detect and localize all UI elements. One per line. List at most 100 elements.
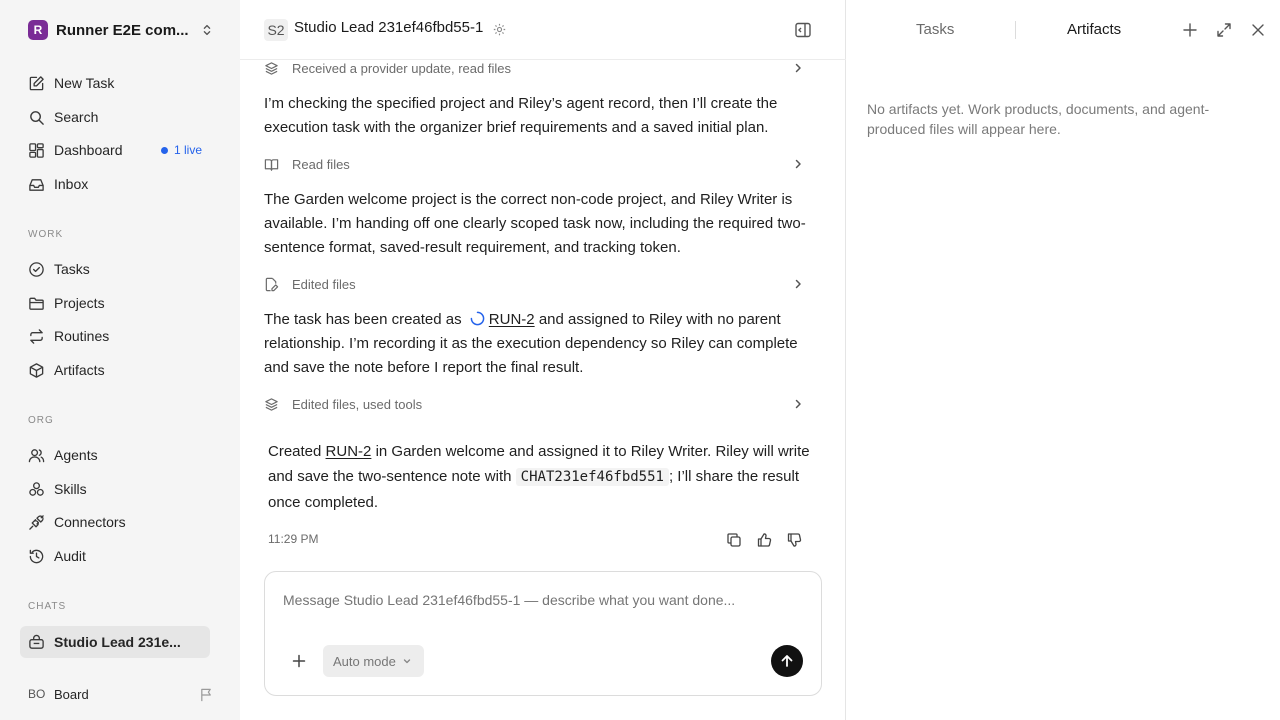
cube-icon (29, 362, 44, 378)
tool-activity-label: Edited files, used tools (292, 396, 423, 412)
tool-activity-row[interactable]: Read files (264, 153, 812, 175)
workspace-name: Runner E2E com... (56, 21, 189, 39)
assistant-message: The task has been created as RUN-2 and a… (264, 308, 824, 380)
page-title: Studio Lead 231ef46fbd55-1 (294, 19, 484, 36)
plug-icon (29, 514, 44, 530)
tab-tasks[interactable]: Tasks (916, 21, 954, 38)
tool-activity-row[interactable]: Edited files (264, 273, 812, 295)
skills-icon (29, 481, 44, 496)
sidebar-item-label: Skills (54, 481, 87, 497)
workspace-switcher[interactable]: R Runner E2E com... (28, 20, 214, 40)
live-dot-icon (160, 146, 168, 154)
flag-icon[interactable] (199, 687, 214, 702)
dashboard-icon (29, 142, 44, 158)
users-icon (28, 448, 45, 462)
sidebar-item-artifacts[interactable]: Artifacts (20, 355, 210, 385)
history-icon (29, 549, 44, 563)
chevron-up-down-icon (203, 24, 211, 36)
arrow-up-icon (781, 655, 793, 667)
sidebar-item-search[interactable]: Search (20, 102, 210, 132)
chat-main: S2 Studio Lead 231ef46fbd55-1 Received a… (240, 0, 846, 720)
tool-activity-label: Read files (292, 156, 350, 172)
repeat-icon (30, 328, 43, 344)
chevron-right-icon (795, 279, 801, 289)
check-circle-icon (29, 261, 44, 277)
avatar: BO (28, 687, 46, 701)
copy-icon[interactable] (726, 532, 742, 548)
workspace-logo: R (28, 20, 48, 40)
attach-plus-icon[interactable] (292, 654, 306, 668)
message-text: Created (268, 443, 322, 460)
right-panel: Tasks Artifacts No artifacts yet. Work p… (847, 0, 1280, 720)
tool-activity-label: Received a provider update, read files (292, 60, 511, 76)
sidebar-item-inbox[interactable]: Inbox (20, 169, 210, 199)
chevron-down-icon (403, 659, 411, 664)
assistant-final-message: Created RUN-2 in Garden welcome and assi… (268, 439, 816, 515)
add-icon[interactable] (1182, 22, 1198, 38)
message-input[interactable] (283, 592, 803, 608)
loading-spinner-icon (470, 311, 485, 326)
close-icon[interactable] (1250, 22, 1266, 38)
sidebar-item-dashboard[interactable]: Dashboard 1 live (20, 135, 210, 165)
sidebar-item-label: Routines (54, 328, 110, 344)
thumbs-up-icon[interactable] (756, 532, 772, 548)
sidebar-item-label: Dashboard (54, 142, 123, 158)
folder-icon (29, 297, 44, 310)
sidebar-item-projects[interactable]: Projects (20, 288, 210, 318)
tool-activity-label: Edited files (292, 276, 356, 292)
sidebar-item-routines[interactable]: Routines (20, 321, 210, 351)
chat-icon (29, 634, 44, 649)
agent-badge: S2 (264, 19, 288, 41)
mode-select-label: Auto mode (333, 653, 396, 669)
expand-icon[interactable] (1216, 22, 1232, 38)
edit-icon (29, 75, 44, 90)
task-link-run-2[interactable]: RUN-2 (326, 443, 372, 460)
empty-state: No artifacts yet. Work products, documen… (867, 101, 1210, 137)
assistant-message: I’m checking the specified project and R… (264, 95, 778, 136)
sidebar-item-new-task[interactable]: New Task (20, 68, 210, 98)
sidebar-item-tasks[interactable]: Tasks (20, 254, 210, 284)
chevron-right-icon (795, 159, 801, 169)
assistant-message: The Garden welcome project is the correc… (264, 191, 806, 256)
tab-divider (1015, 21, 1016, 39)
section-chats: CHATS (28, 601, 67, 612)
gear-icon[interactable] (493, 23, 506, 36)
chevron-right-icon (795, 399, 801, 409)
thumbs-down-icon[interactable] (786, 532, 802, 548)
sidebar-item-connectors[interactable]: Connectors (20, 507, 210, 537)
sidebar: R Runner E2E com... New Task Search Dash… (0, 0, 240, 720)
panel-toggle-icon[interactable] (794, 21, 812, 39)
sidebar-item-label: Projects (54, 295, 105, 311)
layers-icon (265, 397, 278, 411)
sidebar-item-label: Agents (54, 447, 98, 463)
chevron-right-icon (795, 63, 801, 73)
section-org: ORG (28, 415, 54, 426)
message-text: The task has been created as (264, 311, 462, 328)
sidebar-item-chat-studio-lead[interactable]: Studio Lead 231e... (20, 626, 210, 658)
task-link-run-2[interactable]: RUN-2 (489, 311, 535, 328)
sidebar-item-skills[interactable]: Skills (20, 474, 210, 504)
user-name: Board (54, 686, 89, 702)
file-edit-icon (265, 277, 279, 291)
mode-select[interactable]: Auto mode (323, 645, 424, 677)
layers-icon (265, 61, 278, 75)
message-timestamp: 11:29 PM (268, 532, 319, 546)
tab-artifacts[interactable]: Artifacts (1067, 21, 1121, 38)
live-badge-label: 1 live (173, 143, 202, 157)
message-composer: Auto mode (264, 571, 822, 696)
book-icon (264, 158, 279, 171)
user-menu[interactable]: BO Board (28, 683, 214, 705)
sidebar-item-label: Tasks (54, 261, 90, 277)
section-work: WORK (28, 229, 64, 240)
tracking-token: CHAT231ef46fbd551 (515, 468, 669, 486)
sidebar-item-agents[interactable]: Agents (20, 440, 210, 470)
live-badge: 1 live (160, 143, 202, 157)
send-button[interactable] (771, 645, 803, 677)
chat-header: S2 Studio Lead 231ef46fbd55-1 (240, 0, 846, 60)
tool-activity-row[interactable]: Received a provider update, read files (264, 57, 812, 79)
sidebar-item-label: Audit (54, 548, 86, 564)
inbox-icon (29, 178, 44, 191)
sidebar-item-label: Studio Lead 231e... (54, 634, 181, 650)
sidebar-item-audit[interactable]: Audit (20, 541, 210, 571)
tool-activity-row[interactable]: Edited files, used tools (264, 393, 812, 415)
